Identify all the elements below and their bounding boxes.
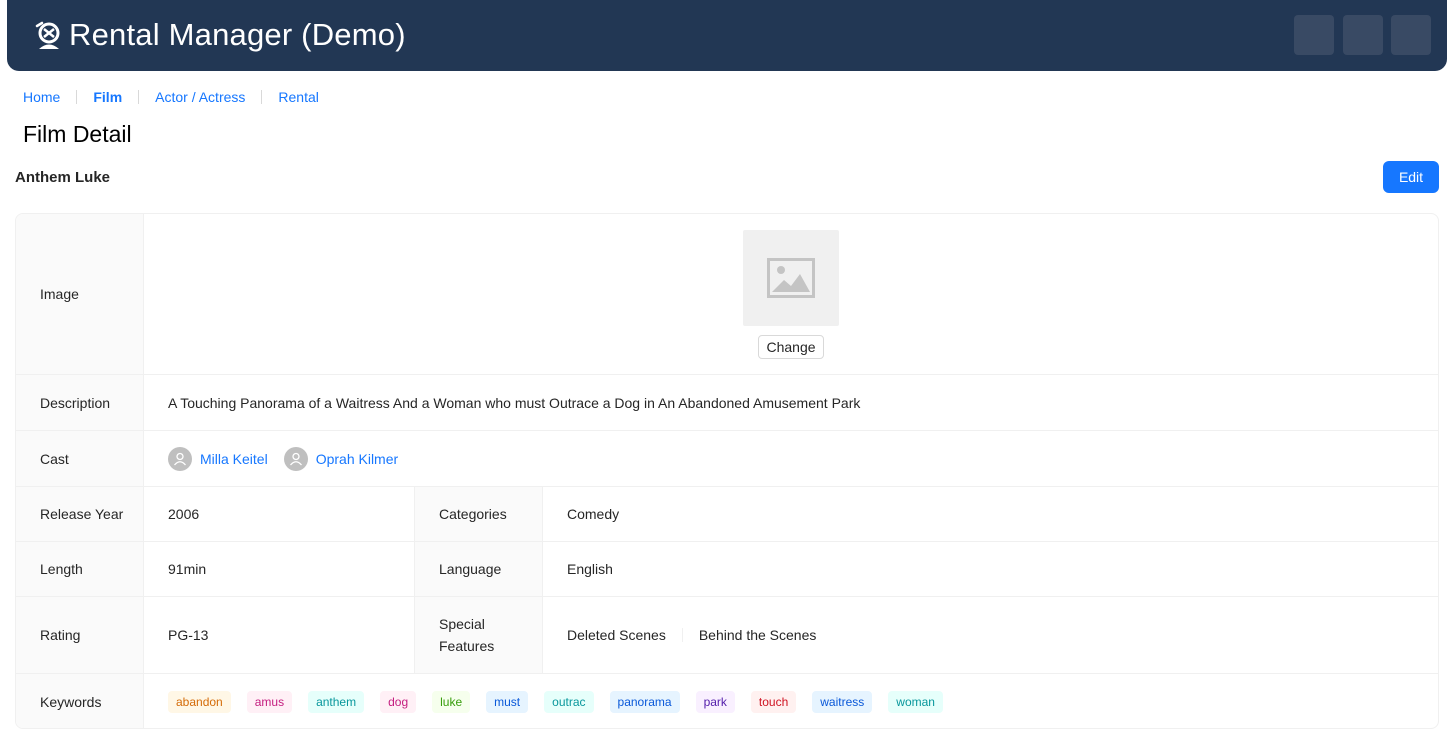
- keyword-tag: anthem: [308, 691, 365, 713]
- release-year-value: 2006: [144, 487, 415, 541]
- nav-divider: [261, 90, 263, 104]
- avatar: [283, 446, 308, 471]
- keyword-tag: amus: [246, 691, 293, 713]
- rating-row: Rating PG-13 Special Features Deleted Sc…: [16, 597, 1438, 674]
- keywords-value: abandon amus anthem dog luke must outrac…: [144, 674, 1438, 728]
- special-features-label: Special Features: [415, 597, 543, 673]
- length-row: Length 91min Language English: [16, 542, 1438, 597]
- page-title: Film Detail: [23, 121, 132, 147]
- nav-home[interactable]: Home: [23, 89, 60, 105]
- change-image-button[interactable]: Change: [758, 334, 824, 359]
- film-image: [743, 229, 839, 326]
- keyword-tag: park: [695, 691, 735, 713]
- feature-divider: [681, 628, 683, 642]
- keyword-tag: luke: [432, 691, 471, 713]
- nav-actor-actress[interactable]: Actor / Actress: [155, 89, 245, 105]
- breadcrumb: Home Film Actor / Actress Rental: [23, 88, 319, 106]
- image-row: Image Change: [16, 214, 1438, 375]
- film-detail-table: Image Change Description A Touching Pano…: [15, 213, 1439, 729]
- cast-member[interactable]: Milla Keitel: [168, 446, 268, 471]
- rating-label: Rating: [16, 597, 144, 673]
- categories-value: Comedy: [567, 506, 620, 522]
- keyword-tag: waitress: [812, 691, 873, 713]
- app-title: Rental Manager (Demo): [69, 17, 406, 52]
- app-header: Rental Manager (Demo): [7, 0, 1447, 71]
- film-name: Anthem Luke: [15, 169, 111, 186]
- nav-rental[interactable]: Rental: [278, 89, 318, 105]
- header-button-1[interactable]: [1294, 15, 1334, 55]
- length-label: Length: [16, 542, 144, 596]
- description-value: A Touching Panorama of a Waitress And a …: [168, 394, 861, 411]
- cast-member-link[interactable]: Milla Keitel: [200, 451, 268, 467]
- cast-label: Cast: [16, 431, 144, 486]
- special-features-value: Deleted Scenes Behind the Scenes: [543, 597, 1438, 673]
- cast-value: Milla Keitel Oprah Kilmer: [144, 431, 1438, 486]
- cast-member[interactable]: Oprah Kilmer: [283, 446, 398, 471]
- cast-member-link[interactable]: Oprah Kilmer: [316, 451, 398, 467]
- rating-value: PG-13: [144, 597, 415, 673]
- release-year-label: Release Year: [16, 487, 144, 541]
- detective-icon: [35, 21, 60, 49]
- keyword-tag: outrac: [544, 691, 594, 713]
- categories-label: Categories: [415, 487, 543, 541]
- length-value: 91min: [144, 542, 415, 596]
- keywords-label: Keywords: [16, 674, 144, 728]
- avatar: [168, 446, 192, 471]
- nav-divider: [138, 90, 140, 104]
- description-label: Description: [16, 375, 144, 430]
- cast-row: Cast Milla Keitel Oprah Kilmer: [16, 431, 1438, 487]
- description-row: Description A Touching Panorama of a Wai…: [16, 375, 1438, 431]
- user-icon: [289, 452, 302, 465]
- release-row: Release Year 2006 Categories Comedy: [16, 487, 1438, 542]
- header-button-2[interactable]: [1343, 15, 1383, 55]
- keyword-tag: abandon: [168, 691, 231, 713]
- special-feature: Behind the Scenes: [698, 627, 817, 643]
- nav-film[interactable]: Film: [93, 89, 122, 105]
- user-icon: [174, 452, 186, 465]
- keyword-tag: touch: [750, 691, 797, 713]
- keyword-tag: panorama: [609, 691, 680, 713]
- image-placeholder-icon: [767, 257, 815, 298]
- edit-button[interactable]: Edit: [1383, 161, 1439, 193]
- image-value: Change: [144, 214, 1438, 374]
- keywords-row: Keywords abandon amus anthem dog luke mu…: [16, 674, 1438, 728]
- nav-divider: [76, 90, 78, 104]
- header-button-3[interactable]: [1391, 15, 1431, 55]
- special-feature: Deleted Scenes: [567, 627, 666, 643]
- image-label: Image: [16, 214, 144, 374]
- keyword-tag: must: [486, 691, 529, 713]
- keyword-tag: woman: [888, 691, 943, 713]
- language-value: English: [567, 561, 613, 577]
- keyword-tag: dog: [380, 691, 417, 713]
- language-label: Language: [415, 542, 543, 596]
